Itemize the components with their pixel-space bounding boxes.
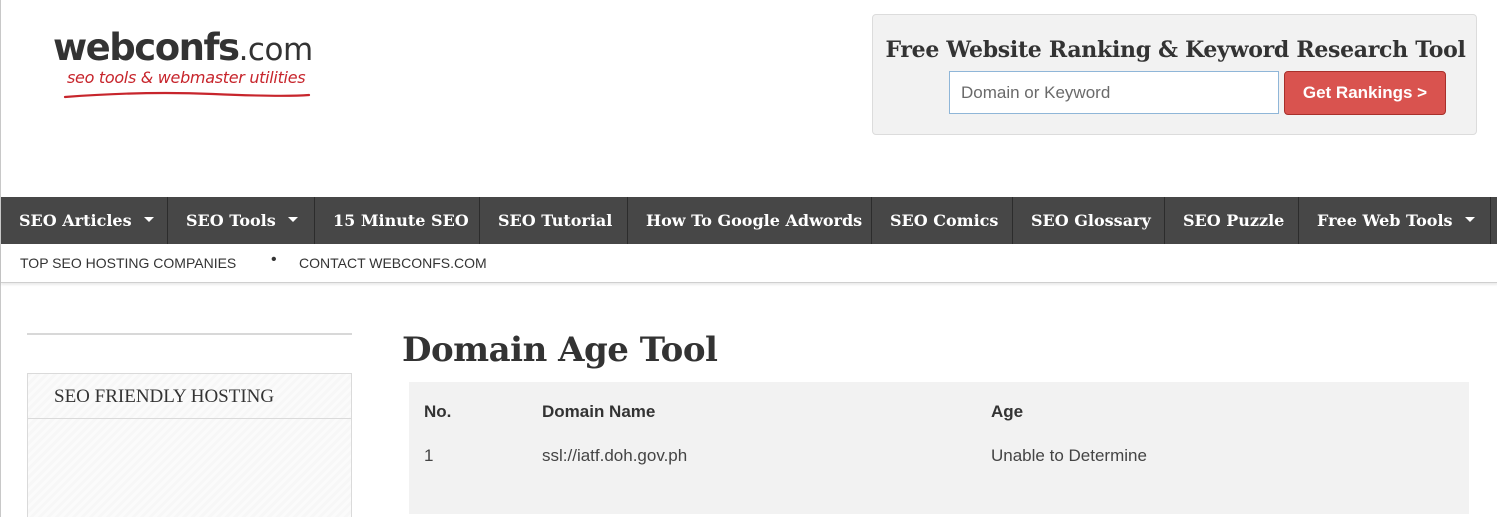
nav-item-free-web-tools[interactable]: Free Web Tools (1299, 197, 1491, 244)
site-logo[interactable]: webconfs.com seo tools & webmaster utili… (53, 26, 323, 106)
nav-item-label: SEO Tutorial (498, 211, 613, 230)
logo-tagline: seo tools & webmaster utilities (67, 68, 306, 87)
domain-keyword-input[interactable] (949, 71, 1279, 114)
link-top-seo-hosting[interactable]: TOP SEO HOSTING COMPANIES (20, 255, 236, 271)
logo-swoosh-icon (63, 91, 311, 99)
logo-suffix: .com (238, 32, 314, 68)
subnav-separator: • (271, 251, 277, 268)
ranking-tool-title: Free Website Ranking & Keyword Research … (885, 37, 1466, 63)
caret-down-icon (143, 217, 154, 222)
nav-item-google-adwords[interactable]: How To Google Adwords (628, 197, 872, 244)
nav-item-seo-glossary[interactable]: SEO Glossary (1013, 197, 1165, 244)
page-title: Domain Age Tool (402, 330, 718, 370)
column-header-no: No. (424, 402, 452, 421)
nav-item-label: How To Google Adwords (646, 211, 863, 230)
nav-item-15-minute-seo[interactable]: 15 Minute SEO (315, 197, 480, 244)
main-nav: SEO Articles SEO Tools 15 Minute SEO SEO… (1, 197, 1497, 244)
ranking-tool-panel: Free Website Ranking & Keyword Research … (872, 14, 1477, 135)
nav-item-seo-articles[interactable]: SEO Articles (1, 197, 168, 244)
nav-item-label: SEO Articles (19, 211, 132, 230)
column-header-age: Age (991, 402, 1024, 421)
sidebar-hosting-panel: SEO FRIENDLY HOSTING (27, 373, 352, 517)
caret-down-icon (287, 217, 298, 222)
nav-item-seo-tutorial[interactable]: SEO Tutorial (480, 197, 628, 244)
nav-item-label: SEO Tools (186, 211, 276, 230)
nav-item-seo-tools[interactable]: SEO Tools (168, 197, 315, 244)
nav-item-seo-comics[interactable]: SEO Comics (872, 197, 1013, 244)
logo-name: webconfs (53, 26, 240, 69)
get-rankings-button[interactable]: Get Rankings > (1284, 71, 1446, 115)
link-contact-webconfs[interactable]: CONTACT WEBCONFS.COM (299, 255, 487, 271)
nav-item-label: SEO Comics (890, 211, 999, 230)
sidebar-panel-header: SEO FRIENDLY HOSTING (28, 374, 351, 419)
sidebar-divider (27, 333, 352, 335)
sub-nav: TOP SEO HOSTING COMPANIES • CONTACT WEBC… (1, 244, 1497, 283)
nav-item-label: Free Web Tools (1317, 211, 1453, 230)
results-table: No. Domain Name Age 1 ssl://iatf.doh.gov… (409, 382, 1469, 514)
logo-wordmark: webconfs.com (53, 26, 313, 69)
nav-item-label: 15 Minute SEO (333, 211, 469, 230)
caret-down-icon (1464, 217, 1475, 222)
nav-item-seo-puzzle[interactable]: SEO Puzzle (1165, 197, 1299, 244)
nav-item-label: SEO Glossary (1031, 211, 1151, 230)
nav-item-label: SEO Puzzle (1183, 211, 1285, 230)
table-cell-age: Unable to Determine (991, 446, 1147, 465)
column-header-domain: Domain Name (542, 402, 656, 421)
table-cell-number: 1 (424, 446, 434, 465)
table-cell-domain: ssl://iatf.doh.gov.ph (542, 446, 688, 465)
sidebar-panel-title: SEO FRIENDLY HOSTING (54, 386, 275, 407)
